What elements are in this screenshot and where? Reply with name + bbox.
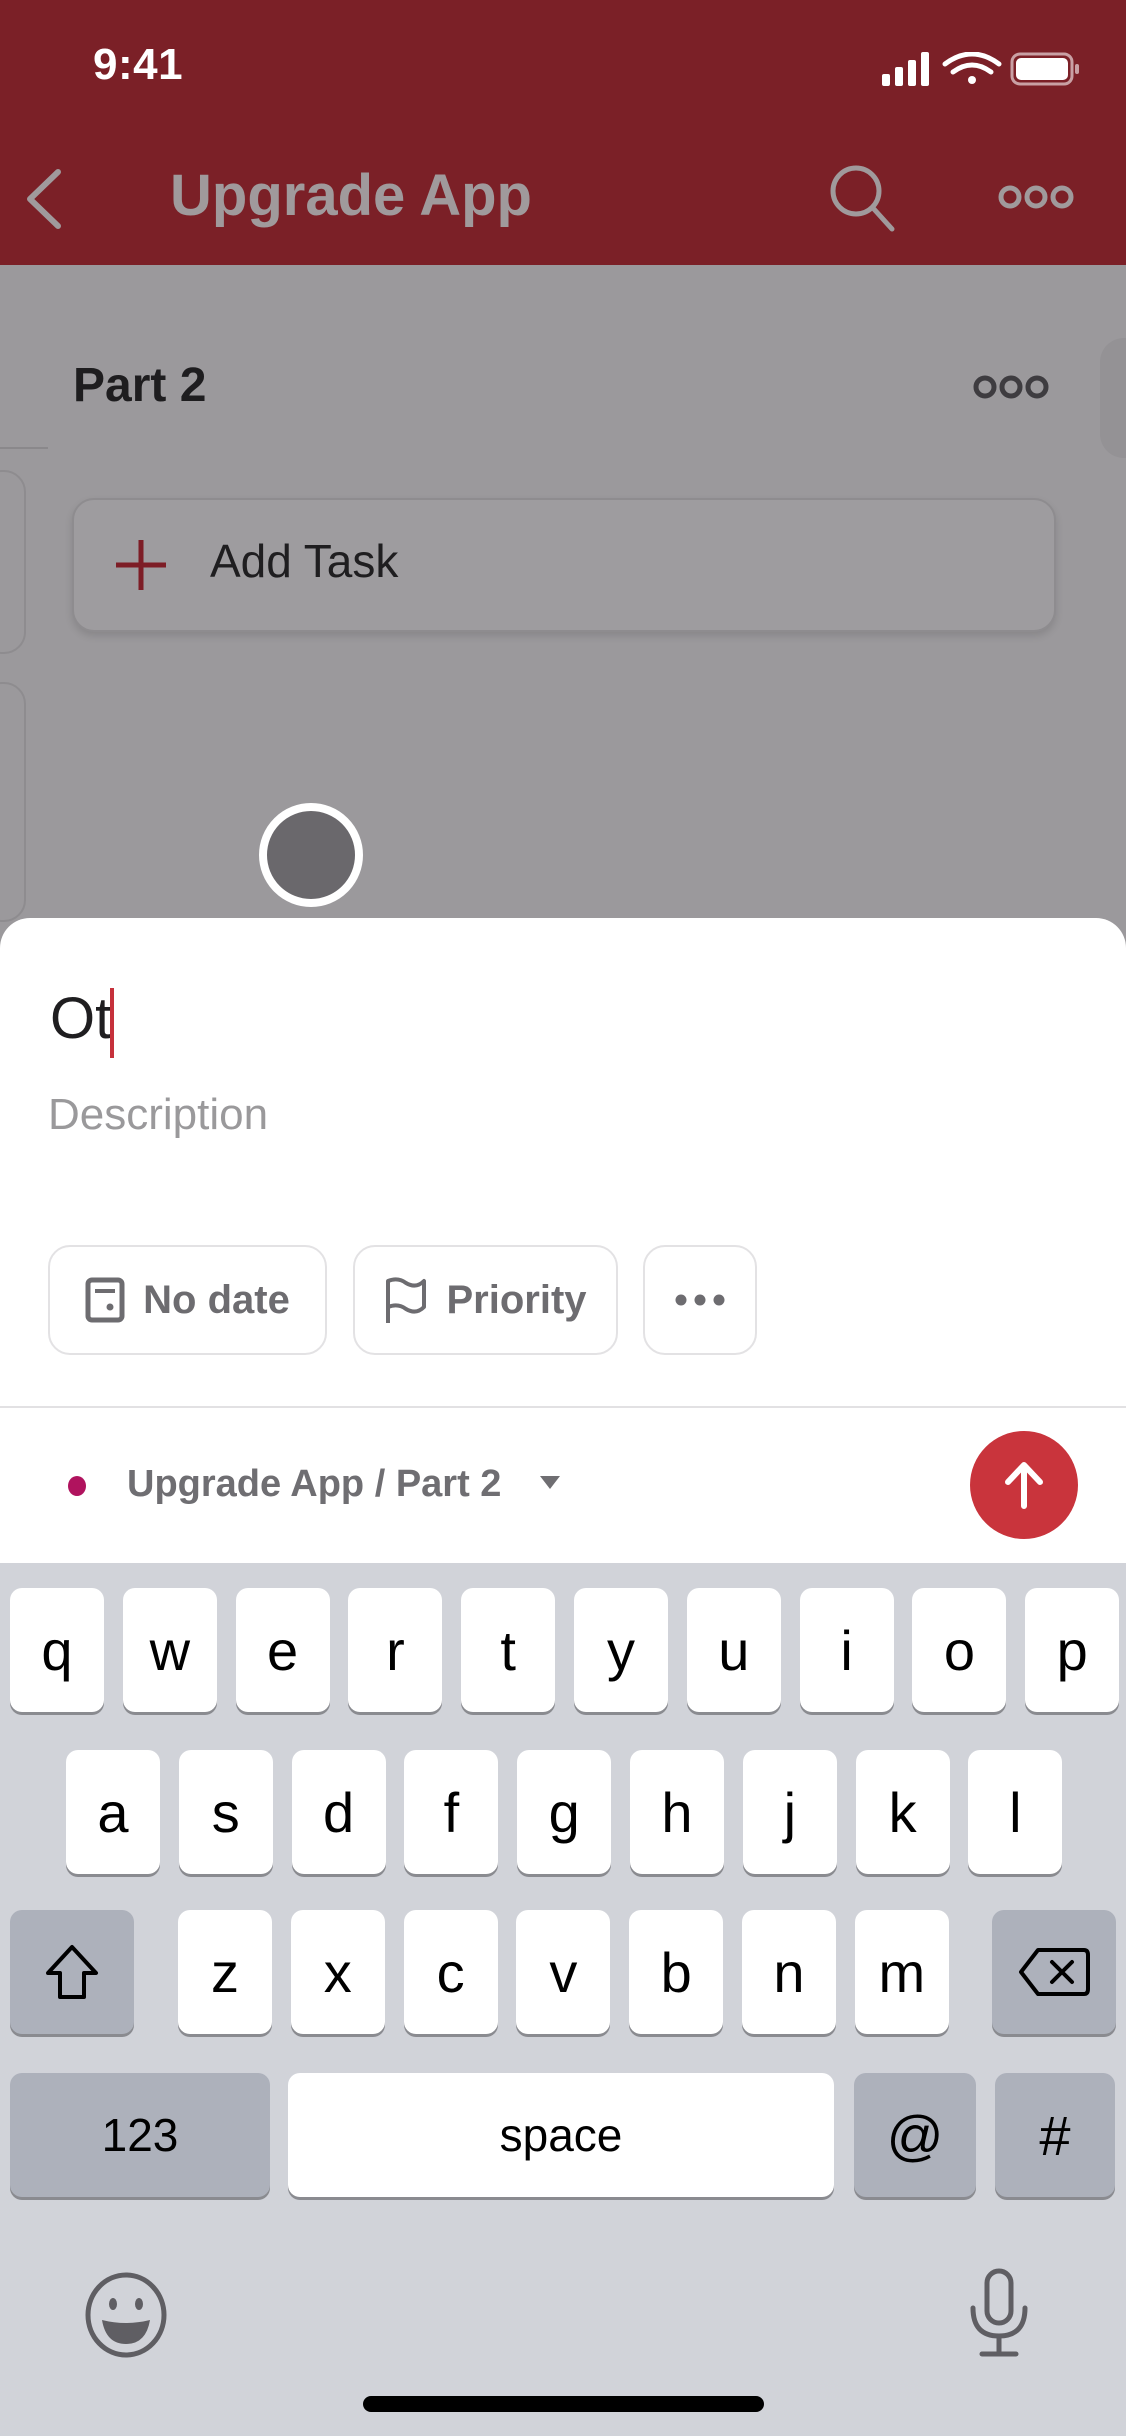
header-more-button[interactable] — [998, 182, 1074, 212]
key-x[interactable]: x — [290, 1910, 385, 2034]
search-icon — [830, 165, 895, 232]
key-z[interactable]: z — [178, 1910, 272, 2034]
next-column-edge — [1100, 338, 1126, 458]
add-task-label: Add Task — [210, 535, 399, 587]
divider — [0, 1406, 1126, 1408]
shift-icon — [46, 1945, 98, 1999]
wifi-icon — [942, 52, 1002, 84]
emoji-icon — [85, 2272, 167, 2358]
emoji-button[interactable] — [84, 2272, 168, 2358]
touch-indicator — [259, 803, 363, 907]
key-h[interactable]: h — [630, 1750, 724, 1874]
key-q[interactable]: q — [10, 1588, 104, 1712]
key-i[interactable]: i — [799, 1588, 894, 1712]
plus-icon — [116, 540, 166, 590]
status-icons — [882, 52, 1079, 86]
backspace-icon — [1019, 1948, 1090, 1996]
key-p[interactable]: p — [1025, 1588, 1120, 1712]
signal-icon — [882, 52, 929, 86]
at-key[interactable]: @ — [854, 2073, 976, 2197]
description-input[interactable]: Description — [48, 1090, 268, 1140]
key-k[interactable]: k — [855, 1750, 950, 1874]
date-chip[interactable]: No date — [48, 1245, 327, 1355]
shift-key[interactable] — [10, 1910, 134, 2034]
key-g[interactable]: g — [517, 1750, 612, 1874]
caret-down-icon — [540, 1476, 560, 1489]
key-y[interactable]: y — [574, 1588, 668, 1712]
arrow-up-icon — [1005, 1462, 1043, 1509]
previous-column-card — [0, 682, 26, 922]
delete-key[interactable] — [992, 1910, 1116, 2034]
key-m[interactable]: m — [854, 1910, 949, 2034]
space-key[interactable]: space — [288, 2073, 834, 2197]
priority-chip[interactable]: Priority — [353, 1245, 618, 1355]
home-indicator — [363, 2396, 764, 2412]
key-o[interactable]: o — [912, 1588, 1007, 1712]
search-button[interactable] — [828, 163, 898, 233]
key-s[interactable]: s — [178, 1750, 273, 1874]
key-w[interactable]: w — [122, 1588, 217, 1712]
key-u[interactable]: u — [686, 1588, 781, 1712]
divider — [0, 447, 48, 449]
flag-icon — [386, 1277, 427, 1323]
text-caret — [110, 988, 114, 1058]
more-options-chip[interactable] — [643, 1245, 757, 1355]
more-icon — [973, 375, 1049, 399]
previous-column-card — [0, 470, 26, 654]
more-horizontal-icon — [675, 1294, 725, 1306]
chevron-left-icon — [27, 169, 61, 229]
key-t[interactable]: t — [461, 1588, 556, 1712]
key-r[interactable]: r — [348, 1588, 443, 1712]
key-a[interactable]: a — [66, 1750, 160, 1874]
project-color-dot — [68, 1476, 86, 1496]
back-button[interactable] — [22, 168, 66, 230]
dictation-button[interactable] — [968, 2268, 1030, 2358]
date-chip-label: No date — [143, 1277, 290, 1322]
key-d[interactable]: d — [291, 1750, 386, 1874]
hash-key[interactable]: # — [995, 2073, 1115, 2197]
key-c[interactable]: c — [403, 1910, 498, 2034]
page-title: Upgrade App — [170, 163, 532, 228]
status-time: 9:41 — [93, 40, 184, 89]
key-f[interactable]: f — [404, 1750, 499, 1874]
send-button[interactable] — [970, 1431, 1078, 1539]
calendar-icon — [85, 1277, 125, 1323]
key-l[interactable]: l — [968, 1750, 1063, 1874]
microphone-icon — [970, 2268, 1028, 2357]
priority-chip-label: Priority — [446, 1277, 587, 1322]
section-title: Part 2 — [73, 359, 207, 412]
key-b[interactable]: b — [629, 1910, 724, 2034]
key-v[interactable]: v — [516, 1910, 611, 2034]
numbers-key[interactable]: 123 — [10, 2073, 270, 2197]
battery-icon — [1010, 52, 1079, 86]
project-selector[interactable]: Upgrade App / Part 2 — [127, 1463, 501, 1506]
task-name-input[interactable] — [48, 984, 805, 1053]
key-n[interactable]: n — [742, 1910, 836, 2034]
section-more-button[interactable] — [972, 370, 1052, 404]
more-icon — [998, 185, 1074, 209]
key-e[interactable]: e — [235, 1588, 330, 1712]
key-j[interactable]: j — [742, 1750, 837, 1874]
